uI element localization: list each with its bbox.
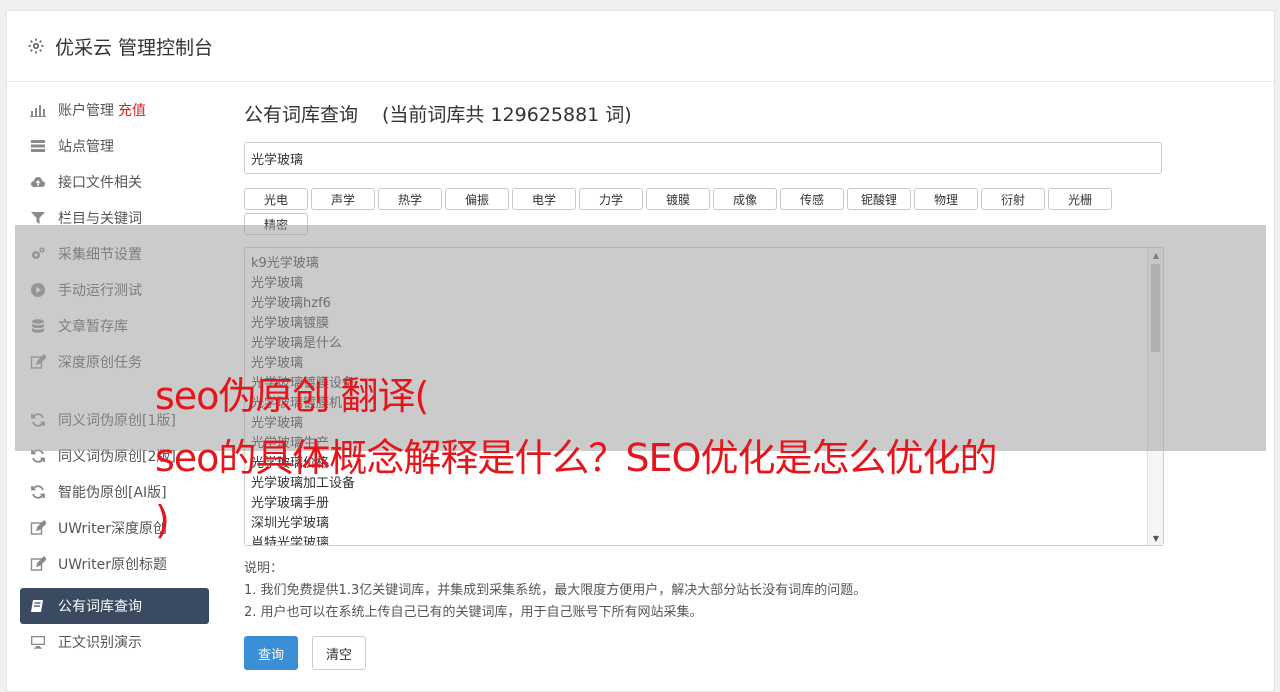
- page-title-text: 公有词库查询: [244, 104, 359, 126]
- server-icon: [30, 138, 46, 154]
- sidebar-item-label: 接口文件相关: [58, 175, 142, 191]
- actions: 查询 清空: [244, 636, 1164, 670]
- app-title: 优采云 管理控制台: [55, 36, 214, 59]
- sidebar-item[interactable]: 账户管理 充值: [20, 92, 210, 128]
- sidebar-item-label: UWriter原创标题: [58, 557, 167, 573]
- note-line: 2. 用户也可以在系统上传自己已有的关键词库，用于自己账号下所有网站采集。: [244, 605, 703, 620]
- sidebar-item-label: 正文识别演示: [58, 635, 142, 651]
- keyword-input[interactable]: [244, 142, 1162, 174]
- category-tag[interactable]: 声学: [311, 188, 375, 210]
- sidebar-item[interactable]: 站点管理: [20, 128, 210, 164]
- edit-icon: [30, 556, 46, 572]
- sidebar-item-label: 账户管理: [58, 103, 114, 119]
- overlay-line-1: seo伪原创 翻译(: [155, 374, 429, 418]
- gear-icon: [28, 38, 44, 54]
- category-tag[interactable]: 传感: [780, 188, 844, 210]
- category-tag[interactable]: 物理: [914, 188, 978, 210]
- bar-chart-icon: [30, 102, 46, 118]
- monitor-icon: [30, 634, 46, 650]
- recharge-link[interactable]: 充值: [118, 100, 146, 120]
- category-tag[interactable]: 衍射: [981, 188, 1045, 210]
- sidebar-item[interactable]: 正文识别演示: [20, 624, 210, 660]
- clear-button[interactable]: 清空: [312, 636, 366, 670]
- overlay-line-3: ): [155, 498, 170, 542]
- notes: 说明： 1. 我们免费提供1.3亿关键词库，并集成到采集系统，最大限度方便用户，…: [244, 558, 1164, 624]
- category-tag[interactable]: 热学: [378, 188, 442, 210]
- category-tag[interactable]: 镀膜: [646, 188, 710, 210]
- sidebar-item-label: 公有词库查询: [58, 599, 142, 615]
- category-tag[interactable]: 光栅: [1048, 188, 1112, 210]
- notes-title: 说明：: [244, 561, 284, 576]
- category-tag[interactable]: 成像: [713, 188, 777, 210]
- edit-icon: [30, 520, 46, 536]
- filter-icon: [30, 210, 46, 226]
- category-tag[interactable]: 偏振: [445, 188, 509, 210]
- category-tag[interactable]: 力学: [579, 188, 643, 210]
- book-icon: [30, 598, 46, 614]
- page-title: 公有词库查询 (当前词库共 129625881 词): [244, 100, 1164, 130]
- header: 优采云 管理控制台: [7, 11, 1274, 82]
- overlay-line-2: seo的具体概念解释是什么？SEO优化是怎么优化的: [155, 436, 997, 480]
- category-tag[interactable]: 电学: [512, 188, 576, 210]
- note-line: 1. 我们免费提供1.3亿关键词库，并集成到采集系统，最大限度方便用户，解决大部…: [244, 583, 867, 598]
- sidebar-item-label: 站点管理: [58, 139, 114, 155]
- sidebar-item-label: UWriter深度原创: [58, 521, 167, 537]
- word-count: (当前词库共 129625881 词): [382, 104, 632, 126]
- overlay-caption: seo伪原创 翻译( seo的具体概念解释是什么？SEO优化是怎么优化的 ): [155, 365, 1155, 551]
- query-button[interactable]: 查询: [244, 636, 298, 670]
- cloud-upload-icon: [30, 174, 46, 190]
- refresh-icon: [30, 484, 46, 500]
- sidebar-item[interactable]: 接口文件相关: [20, 164, 210, 200]
- category-tag[interactable]: 光电: [244, 188, 308, 210]
- category-tag[interactable]: 铌酸锂: [847, 188, 911, 210]
- sidebar-item[interactable]: UWriter原创标题: [20, 546, 210, 582]
- sidebar-item[interactable]: 公有词库查询: [20, 588, 209, 624]
- sidebar-item-label: 智能伪原创[AI版]: [58, 485, 167, 501]
